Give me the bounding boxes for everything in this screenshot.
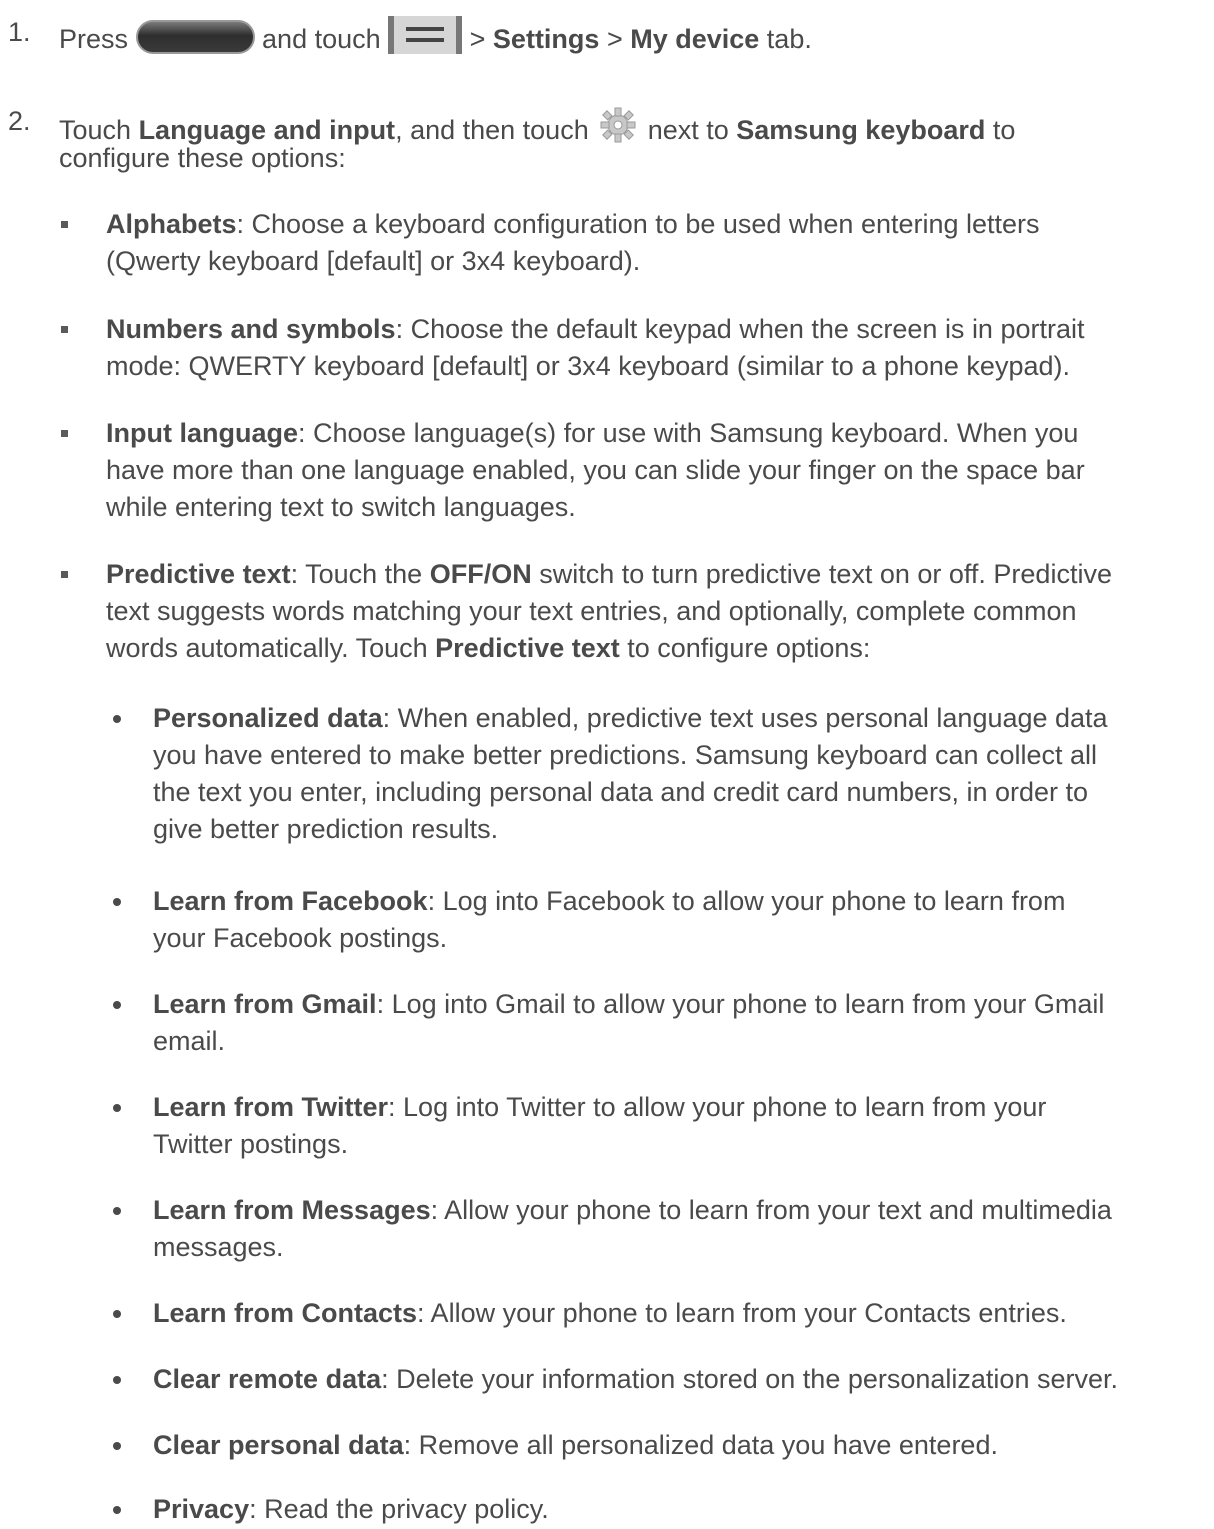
square-bullet-icon (61, 326, 68, 333)
step-text: Touch Language and input, and then touch… (59, 105, 1015, 147)
step-number: 1. (8, 17, 31, 47)
settings-gear-icon (600, 107, 636, 143)
round-bullet-icon (113, 1506, 121, 1514)
round-bullet-icon (113, 1001, 121, 1009)
round-bullet-icon (113, 715, 121, 723)
menu-key-icon (388, 16, 463, 54)
step-number: 2. (8, 106, 31, 136)
round-bullet-icon (113, 1442, 121, 1450)
round-bullet-icon (113, 1376, 121, 1384)
square-bullet-icon (61, 221, 68, 228)
step-text: Press and touch > Settings > My device t… (59, 16, 812, 56)
home-key-icon (135, 20, 255, 54)
round-bullet-icon (113, 1207, 121, 1215)
step-text-cont: configure these options: (59, 143, 346, 173)
round-bullet-icon (113, 1310, 121, 1318)
square-bullet-icon (61, 430, 68, 437)
square-bullet-icon (61, 571, 68, 578)
round-bullet-icon (113, 1104, 121, 1112)
round-bullet-icon (113, 898, 121, 906)
